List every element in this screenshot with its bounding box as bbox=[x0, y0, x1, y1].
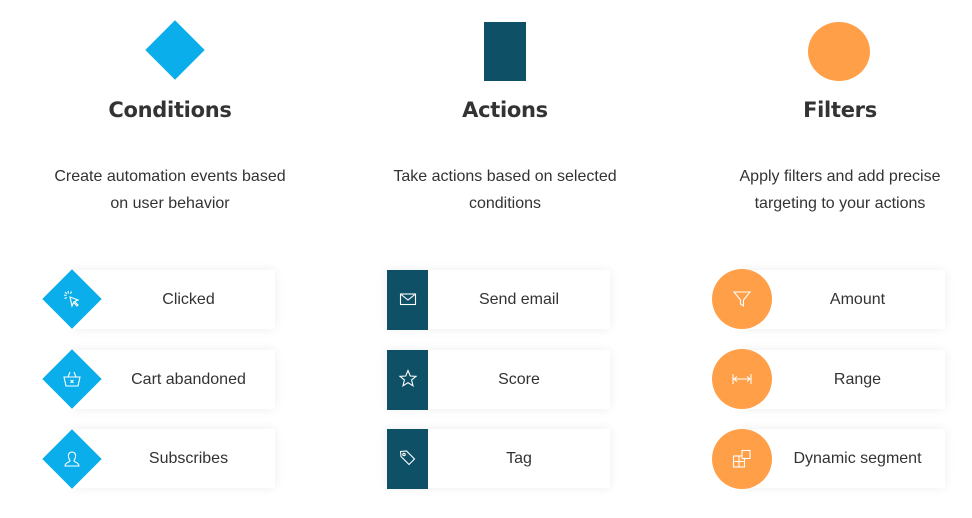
item-label: Clicked bbox=[162, 291, 215, 308]
cursor-click-icon bbox=[63, 290, 80, 308]
user-icon bbox=[64, 451, 80, 467]
basket-x-icon bbox=[63, 371, 81, 387]
conditions-title: Conditions bbox=[108, 98, 232, 122]
action-icon-badge bbox=[387, 270, 428, 330]
condition-item-cart-abandoned[interactable]: Cart abandoned bbox=[72, 350, 275, 409]
action-item-score[interactable]: Score bbox=[387, 350, 610, 410]
item-label: Amount bbox=[829, 291, 886, 308]
item-label: Tag bbox=[506, 450, 532, 467]
item-label: Dynamic segment bbox=[793, 450, 922, 467]
action-icon-badge bbox=[387, 350, 428, 410]
filters-description: Apply filters and add precise targeting … bbox=[739, 168, 941, 212]
filter-icon-badge bbox=[712, 429, 772, 489]
action-item-send-email[interactable]: Send email bbox=[387, 270, 610, 330]
action-item-tag[interactable]: Tag bbox=[387, 429, 610, 489]
filters-circle-icon bbox=[808, 22, 870, 81]
item-label: Range bbox=[833, 371, 882, 388]
range-arrows-icon bbox=[732, 374, 752, 384]
item-label: Score bbox=[498, 371, 540, 388]
segment-blocks-icon bbox=[732, 449, 751, 468]
actions-title: Actions bbox=[462, 98, 548, 122]
item-label: Subscribes bbox=[148, 450, 229, 467]
envelope-icon bbox=[399, 293, 417, 306]
item-label: Cart abandoned bbox=[131, 371, 246, 388]
item-label: Send email bbox=[478, 291, 560, 308]
conditions-description: Create automation events based on user b… bbox=[54, 168, 286, 212]
condition-item-subscribes[interactable]: Subscribes bbox=[72, 429, 275, 488]
filter-icon-badge bbox=[712, 269, 772, 329]
filter-icon-badge bbox=[712, 349, 772, 409]
actions-description: Take actions based on selected condition… bbox=[393, 168, 617, 212]
tag-icon bbox=[399, 450, 416, 466]
action-icon-badge bbox=[387, 429, 428, 489]
conditions-diamond-icon bbox=[145, 20, 205, 80]
condition-item-clicked[interactable]: Clicked bbox=[72, 270, 275, 329]
actions-rectangle-icon bbox=[484, 22, 526, 81]
star-icon bbox=[398, 369, 418, 388]
funnel-icon bbox=[732, 291, 752, 308]
filters-title: Filters bbox=[803, 98, 877, 122]
